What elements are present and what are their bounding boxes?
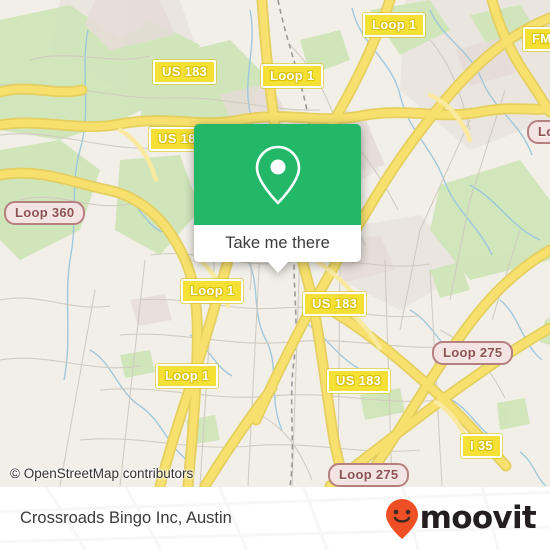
road-shield: FM 7 [523,27,550,51]
moovit-wordmark: moovit [419,500,537,536]
road-shield: Loop 1 [363,13,426,37]
road-shield: US 183 [303,292,367,316]
popup-pointer [267,262,288,273]
road-shield: Loop 275 [328,463,410,487]
take-me-there-label: Take me there [225,234,330,252]
road-shield: Loop 1 [261,64,324,88]
location-popup-card[interactable]: Take me there [194,124,361,273]
moovit-pin-icon [385,498,418,539]
map-canvas[interactable]: Loop 1 US 183 Loop 1 FM 7 US 183 Loo Loo… [0,0,550,487]
road-shield: Loop 275 [432,341,514,365]
road-shield: I 35 [461,434,502,458]
osm-attribution[interactable]: © OpenStreetMap contributors [10,466,193,481]
road-shield: Loop 1 [181,279,244,303]
road-shield: Loop 1 [156,364,219,388]
popup-card-header [194,124,361,225]
road-shield: US 183 [153,60,217,84]
road-shield: Loo [527,120,550,144]
popup-card-action[interactable]: Take me there [194,225,361,273]
map-pin-icon [255,145,300,204]
moovit-logo[interactable]: moovit [385,498,537,540]
screenshot-root: Loop 1 US 183 Loop 1 FM 7 US 183 Loo Loo… [0,0,550,550]
road-shield: Loop 360 [4,201,86,225]
road-shield: US 183 [327,369,391,393]
place-title: Crossroads Bingo Inc, Austin [20,509,232,527]
footer-bar: Crossroads Bingo Inc, Austin moovit [0,487,550,550]
